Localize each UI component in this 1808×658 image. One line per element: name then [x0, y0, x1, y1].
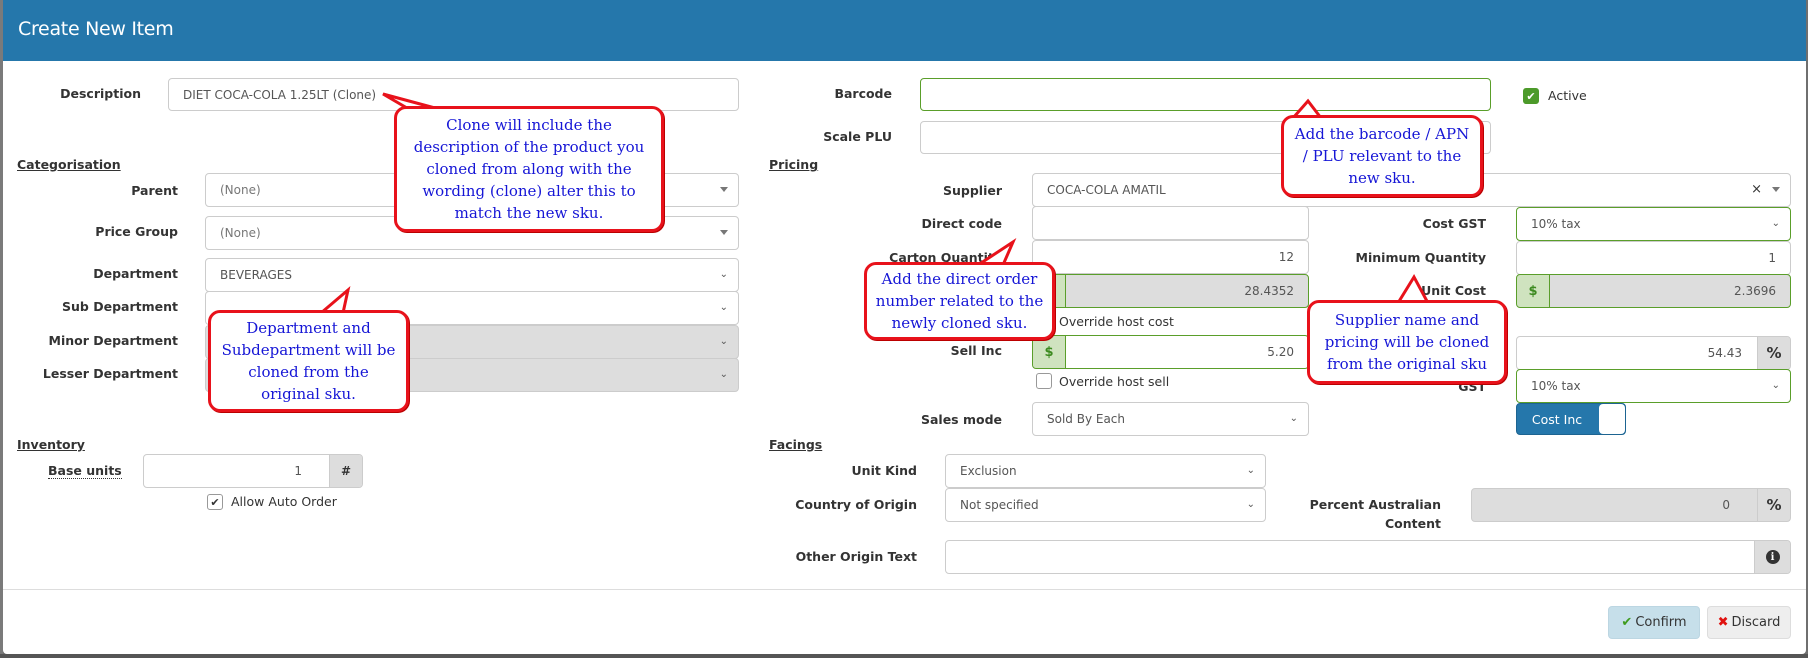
barcode-input[interactable]: [920, 78, 1491, 111]
unit-cost-label: Unit Cost: [1421, 283, 1486, 298]
override-host-sell-checkbox[interactable]: [1036, 373, 1052, 389]
sell-inc-input[interactable]: $ 5.20: [1032, 335, 1309, 369]
department-select[interactable]: BEVERAGES ⌄: [205, 258, 739, 292]
confirm-label: Confirm: [1635, 615, 1687, 630]
unit-kind-label: Unit Kind: [851, 463, 917, 478]
sales-mode-label: Sales mode: [920, 412, 1002, 427]
override-host-sell-label: Override host sell: [1059, 374, 1170, 389]
minimum-quantity-input[interactable]: 1: [1516, 241, 1791, 275]
create-item-modal: Create New Item Description DIET COCA-CO…: [3, 0, 1806, 654]
supplier-label: Supplier: [942, 183, 1002, 198]
gst-select[interactable]: 10% tax ⌄: [1516, 369, 1791, 403]
chevron-down-icon: ⌄: [1771, 380, 1780, 391]
dollar-icon: $: [1517, 275, 1550, 307]
cost-inc-toggle-label: Cost Inc: [1531, 411, 1583, 427]
footer-divider: [3, 589, 1806, 590]
discard-button[interactable]: ✖ Discard: [1707, 606, 1791, 639]
department-callout: Department and Subdepartment will be clo…: [208, 310, 409, 412]
chevron-down-icon: ⌄: [719, 369, 728, 380]
confirm-button[interactable]: ✔ Confirm: [1608, 606, 1700, 639]
minimum-quantity-label: Minimum Quantity: [1355, 250, 1486, 265]
percent-icon: %: [1757, 337, 1790, 369]
chevron-down-icon: ⌄: [1289, 413, 1298, 424]
chevron-down-icon: ⌄: [719, 336, 728, 347]
categorisation-heading: Categorisation: [17, 157, 121, 172]
description-label: Description: [60, 86, 141, 101]
active-label: Active: [1548, 88, 1587, 103]
percent-australian-content-input[interactable]: 0 %: [1471, 488, 1791, 522]
other-origin-text-input[interactable]: i: [945, 540, 1791, 574]
close-icon: ✖: [1717, 615, 1729, 630]
chevron-down-icon: ⌄: [1246, 499, 1255, 510]
base-units-input[interactable]: 1 #: [143, 454, 363, 488]
info-icon: i: [1765, 550, 1780, 564]
active-checkbox[interactable]: ✔: [1523, 88, 1539, 104]
inventory-heading: Inventory: [17, 437, 85, 452]
scale-plu-label: Scale PLU: [823, 129, 892, 144]
discard-label: Discard: [1731, 615, 1781, 630]
hash-icon: #: [329, 455, 362, 487]
cost-gst-select[interactable]: 10% tax ⌄: [1516, 207, 1791, 241]
minor-department-label: Minor Department: [48, 333, 178, 348]
supplier-callout: Supplier name and pricing will be cloned…: [1307, 300, 1507, 384]
cost-gst-label: Cost GST: [1422, 216, 1486, 231]
allow-auto-order-label: Allow Auto Order: [231, 494, 337, 509]
modal-header: Create New Item: [3, 0, 1806, 61]
info-addon[interactable]: i: [1754, 541, 1790, 573]
check-icon: ✔: [210, 495, 220, 509]
percent-australian-content-label: Percent Australian Content: [1310, 497, 1441, 531]
percent-icon: %: [1757, 489, 1790, 521]
dollar-icon: $: [1033, 336, 1066, 368]
background-app-bottom: [0, 654, 1808, 658]
unit-cost-input[interactable]: $ 2.3696: [1516, 274, 1791, 308]
direct-code-input[interactable]: [1032, 206, 1309, 240]
chevron-down-icon: ⌄: [719, 302, 728, 313]
caret-down-icon: [720, 187, 728, 192]
carton-cost-input[interactable]: $ 28.4352: [1032, 274, 1309, 308]
direct-code-label: Direct code: [921, 216, 1002, 231]
price-group-label: Price Group: [95, 224, 178, 239]
markup-input[interactable]: 54.43 %: [1516, 336, 1791, 370]
description-callout: Clone will include the description of th…: [394, 106, 664, 232]
barcode-callout: Add the barcode / APN / PLU relevant to …: [1281, 115, 1483, 197]
percent-australian-label-line2: Content: [1385, 516, 1441, 531]
sub-department-label: Sub Department: [62, 299, 178, 314]
base-units-label: Base units: [48, 463, 122, 479]
clear-icon[interactable]: ×: [1751, 182, 1762, 197]
sales-mode-select[interactable]: Sold By Each ⌄: [1032, 402, 1309, 436]
barcode-label: Barcode: [834, 86, 892, 101]
chevron-down-icon: ⌄: [1246, 465, 1255, 476]
allow-auto-order-checkbox[interactable]: ✔: [207, 494, 223, 510]
toggle-knob: [1599, 404, 1625, 434]
sell-inc-label: Sell Inc: [950, 343, 1002, 358]
override-host-cost-label: Override host cost: [1059, 314, 1174, 329]
check-icon: ✔: [1526, 89, 1536, 103]
facings-heading: Facings: [769, 437, 823, 452]
lesser-department-label: Lesser Department: [42, 366, 178, 381]
pricing-heading: Pricing: [769, 157, 819, 172]
parent-label: Parent: [131, 183, 178, 198]
chevron-down-icon: ⌄: [719, 269, 728, 280]
direct-code-callout: Add the direct order number related to t…: [864, 262, 1055, 340]
department-label: Department: [93, 266, 178, 281]
carton-quantity-input[interactable]: 12: [1032, 240, 1309, 274]
percent-australian-label-line1: Percent Australian: [1309, 497, 1441, 512]
caret-down-icon: [720, 230, 728, 235]
country-of-origin-label: Country of Origin: [795, 497, 917, 512]
caret-down-icon: [1772, 187, 1780, 192]
cost-inc-toggle[interactable]: Cost Inc: [1516, 403, 1626, 435]
modal-title: Create New Item: [18, 18, 174, 40]
check-icon: ✔: [1621, 615, 1633, 630]
chevron-down-icon: ⌄: [1771, 218, 1780, 229]
country-of-origin-select[interactable]: Not specified ⌄: [945, 488, 1266, 522]
other-origin-text-label: Other Origin Text: [795, 549, 917, 564]
unit-kind-select[interactable]: Exclusion ⌄: [945, 454, 1266, 488]
